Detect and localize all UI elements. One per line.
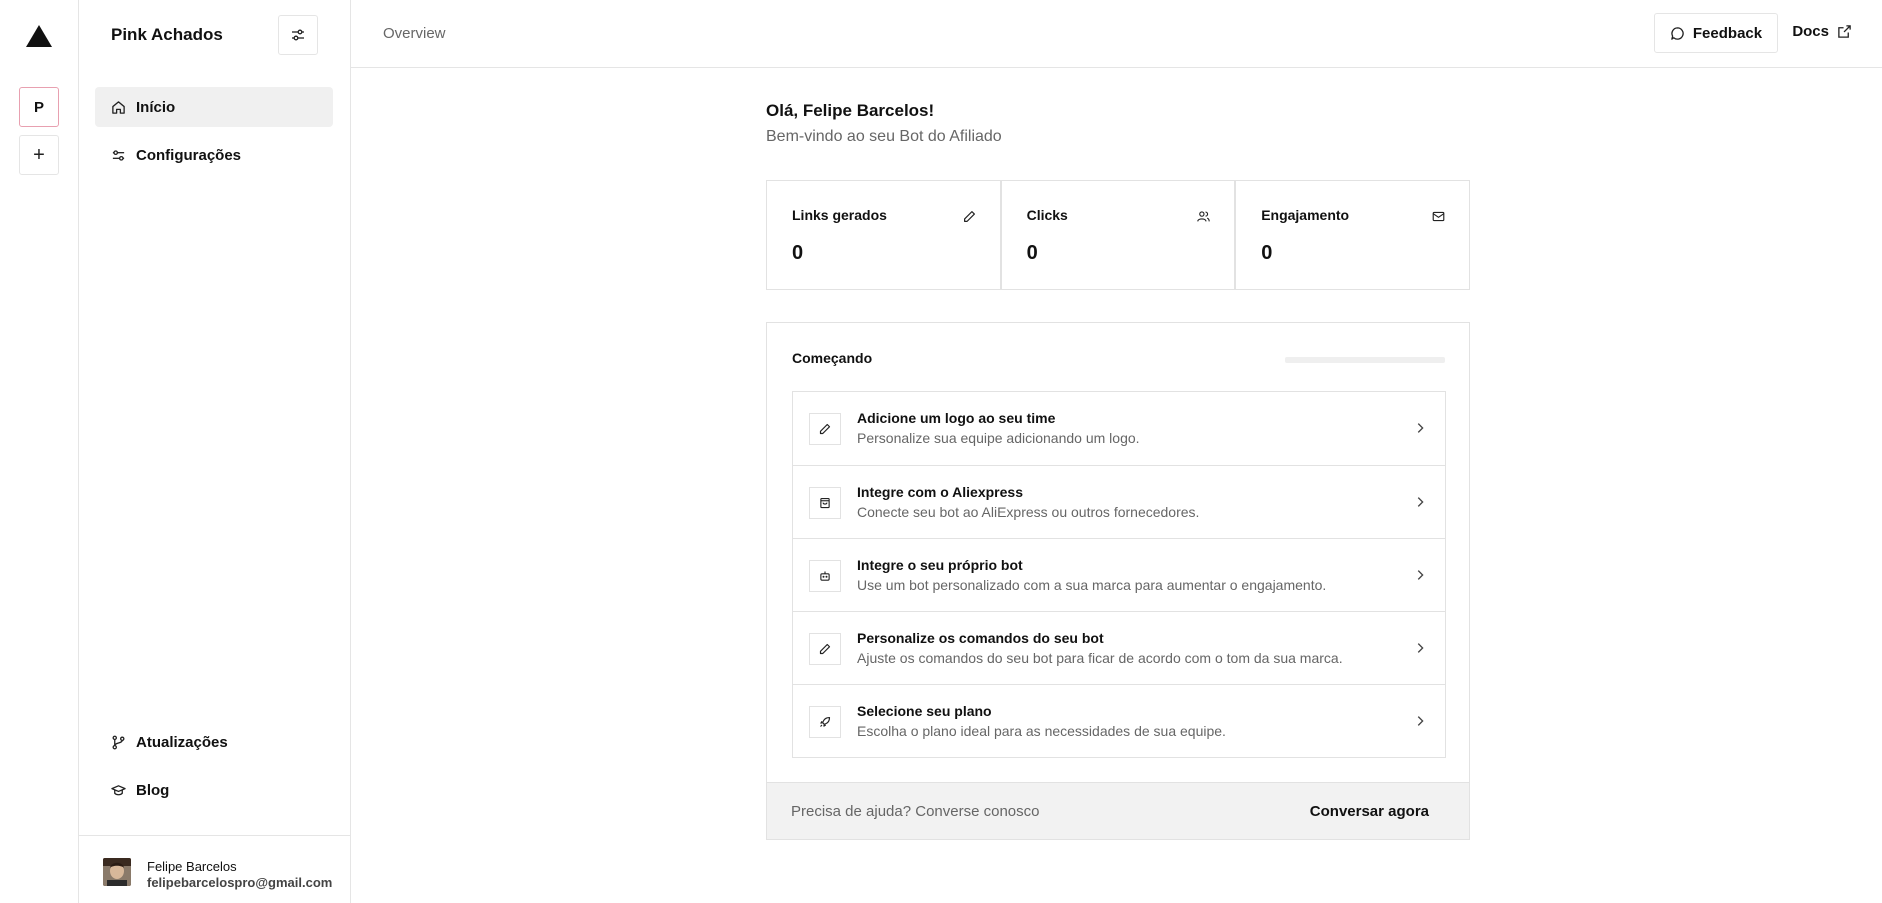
feedback-button[interactable]: Feedback — [1654, 13, 1778, 53]
list-item-desc: Ajuste os comandos do seu bot para ficar… — [857, 650, 1343, 666]
pencil-icon — [809, 413, 841, 445]
list-item-title: Adicione um logo ao seu time — [857, 410, 1056, 426]
breadcrumb[interactable]: Overview — [383, 25, 446, 42]
getting-started-progress — [1285, 357, 1445, 363]
top-bar: Overview Feedback Docs — [351, 0, 1882, 68]
welcome-subtitle: Bem-vindo ao seu Bot do Afiliado — [766, 128, 1002, 145]
sliders-icon — [292, 29, 304, 41]
users-icon — [1197, 211, 1210, 222]
plus-icon: + — [33, 143, 45, 166]
sidebar-item-label: Atualizações — [136, 733, 228, 751]
bot-icon — [809, 560, 841, 592]
chevron-right-icon — [1417, 643, 1424, 653]
sidebar-item-blog[interactable]: Blog — [95, 770, 333, 810]
sidebar-item-label: Blog — [136, 781, 170, 799]
user-name: Felipe Barcelos — [147, 859, 237, 874]
mail-icon — [1432, 211, 1445, 222]
getting-started-card: Começando Adicione um logo ao seu time P… — [766, 322, 1470, 840]
avatar — [103, 858, 131, 886]
add-team-button[interactable]: + — [19, 135, 59, 175]
list-item[interactable]: Integre o seu próprio bot Use um bot per… — [793, 538, 1445, 611]
docs-link[interactable]: Docs — [1792, 23, 1852, 40]
stat-value: 0 — [1026, 242, 1038, 264]
git-branch-icon — [112, 735, 125, 749]
message-circle-icon — [1671, 26, 1684, 40]
list-item-desc: Conecte seu bot ao AliExpress ou outros … — [857, 504, 1200, 520]
external-link-icon — [1838, 25, 1851, 38]
stat-value: 0 — [1261, 242, 1273, 264]
chevron-right-icon — [1417, 716, 1424, 726]
list-item-title: Integre com o Aliexpress — [857, 484, 1023, 500]
greeting: Olá, Felipe Barcelos! — [766, 101, 935, 120]
user-menu[interactable]: Felipe Barcelos felipebarcelospro@gmail.… — [79, 835, 351, 903]
stat-value: 0 — [792, 242, 804, 264]
pencil-icon — [963, 211, 975, 222]
list-item-desc: Use um bot personalizado com a sua marca… — [857, 577, 1327, 593]
graduation-cap-icon — [111, 784, 126, 795]
chevron-right-icon — [1417, 423, 1424, 433]
list-item[interactable]: Integre com o Aliexpress Conecte seu bot… — [793, 465, 1445, 538]
getting-started-title: Começando — [792, 350, 873, 366]
docs-label: Docs — [1792, 23, 1829, 40]
home-icon — [112, 100, 125, 114]
chevron-right-icon — [1417, 570, 1424, 580]
help-footer: Precisa de ajuda? Converse conosco Conve… — [767, 782, 1469, 839]
sidebar-item-atualizacoes[interactable]: Atualizações — [95, 722, 333, 762]
team-initial: P — [33, 98, 44, 116]
team-rail: P + — [0, 0, 79, 903]
sliders-icon — [112, 149, 125, 161]
chat-now-button[interactable]: Conversar agora — [1310, 803, 1429, 820]
list-item[interactable]: Selecione seu plano Escolha o plano idea… — [793, 684, 1445, 757]
sidebar-item-inicio[interactable]: Início — [95, 87, 333, 127]
stat-label: Clicks — [1026, 207, 1068, 223]
team-switcher-button[interactable]: P — [19, 87, 59, 127]
stats-row: Links gerados 0 Clicks 0 Engajamento 0 — [766, 180, 1470, 290]
sidebar: Pink Achados Início Configurações Atuali… — [79, 0, 351, 903]
list-item-desc: Escolha o plano ideal para as necessidad… — [857, 723, 1226, 739]
team-settings-button[interactable] — [278, 15, 318, 55]
stat-label: Links gerados — [792, 207, 887, 223]
stat-card-engajamento: Engajamento 0 — [1235, 180, 1470, 290]
user-email: felipebarcelospro@gmail.com — [147, 875, 333, 890]
team-name: Pink Achados — [111, 25, 223, 44]
list-item-title: Integre o seu próprio bot — [857, 557, 1023, 573]
list-item[interactable]: Adicione um logo ao seu time Personalize… — [793, 392, 1445, 465]
pencil-icon — [809, 633, 841, 665]
list-item-title: Selecione seu plano — [857, 703, 992, 719]
app-logo-icon[interactable] — [25, 24, 53, 48]
help-text: Precisa de ajuda? Converse conosco — [791, 803, 1040, 820]
list-item-title: Personalize os comandos do seu bot — [857, 630, 1104, 646]
feedback-label: Feedback — [1692, 24, 1763, 42]
getting-started-list: Adicione um logo ao seu time Personalize… — [792, 391, 1446, 758]
main-content: Olá, Felipe Barcelos! Bem-vindo ao seu B… — [766, 101, 1470, 840]
list-item[interactable]: Personalize os comandos do seu bot Ajust… — [793, 611, 1445, 684]
sidebar-item-configuracoes[interactable]: Configurações — [95, 135, 333, 175]
rocket-icon — [809, 706, 841, 738]
sidebar-item-label: Configurações — [136, 146, 242, 164]
sidebar-item-label: Início — [136, 98, 176, 116]
shopping-bag-icon — [809, 487, 841, 519]
list-item-desc: Personalize sua equipe adicionando um lo… — [857, 430, 1140, 446]
chevron-right-icon — [1417, 497, 1424, 507]
stat-label: Engajamento — [1261, 207, 1350, 223]
stat-card-clicks: Clicks 0 — [1000, 180, 1236, 290]
stat-card-links: Links gerados 0 — [766, 180, 1001, 290]
